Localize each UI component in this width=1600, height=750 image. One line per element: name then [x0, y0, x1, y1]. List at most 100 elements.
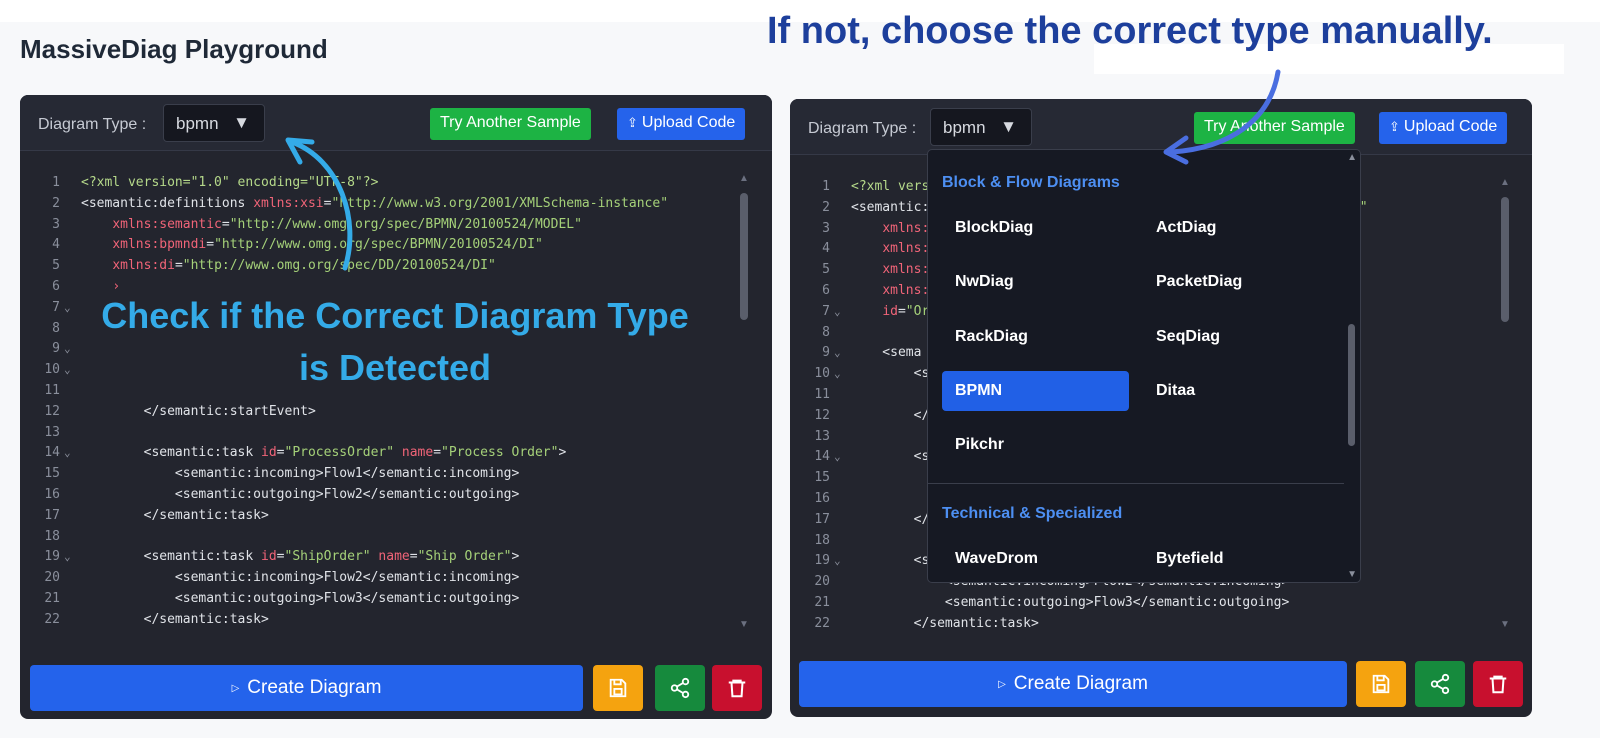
delete-button[interactable]: [712, 665, 762, 711]
delete-button[interactable]: [1473, 661, 1523, 707]
scroll-down-icon[interactable]: ▼: [738, 619, 750, 630]
line-number: 16: [814, 491, 830, 506]
line-number: 9: [52, 341, 60, 357]
dropdown-item-ditaa[interactable]: Ditaa: [1143, 371, 1330, 411]
dropdown-item-blockdiag[interactable]: BlockDiag: [942, 208, 1129, 248]
try-another-sample-button[interactable]: Try Another Sample: [430, 108, 591, 140]
selected-type: bpmn: [176, 114, 219, 133]
code-text: <?xml vers: [851, 179, 930, 194]
dropdown-item-rackdiag[interactable]: RackDiag: [942, 317, 1129, 357]
line-number: 21: [44, 591, 60, 606]
line-number: 5: [822, 262, 830, 278]
scroll-up-icon[interactable]: ▲: [738, 173, 750, 184]
line-number: 1: [52, 175, 60, 190]
trash-icon: [728, 679, 746, 698]
scroll-down-icon[interactable]: ▼: [1499, 619, 1511, 630]
try-another-sample-button[interactable]: Try Another Sample: [1194, 112, 1355, 144]
line-number: 2: [822, 199, 830, 215]
line-number: 20: [814, 574, 830, 590]
line-number: 20: [44, 570, 60, 586]
line-number: 18: [44, 528, 60, 544]
code-text: xmlns:bpmndi="http://www.omg.org/spec/BP…: [112, 237, 543, 253]
line-number: 10: [814, 366, 830, 382]
line-number: 6: [52, 279, 60, 294]
line-number: 11: [814, 387, 830, 402]
share-button[interactable]: [1415, 661, 1465, 707]
create-diagram-button[interactable]: ▷ Create Diagram: [30, 665, 583, 711]
fold-icon[interactable]: ⌄: [64, 339, 71, 360]
upload-code-button[interactable]: ⇪ Upload Code: [1379, 112, 1508, 144]
fold-icon[interactable]: ⌄: [834, 447, 841, 468]
diagram-type-label: Diagram Type :: [808, 120, 917, 137]
create-diagram-label: Create Diagram: [247, 677, 382, 698]
save-button[interactable]: [593, 665, 643, 711]
line-number: 19: [814, 553, 830, 569]
selected-type: bpmn: [943, 118, 986, 137]
line-number: 19: [44, 549, 60, 565]
code-text: xmlns:di="http://www.omg.org/spec/DD/201…: [112, 258, 496, 274]
code-editor[interactable]: 1 <?xml version="1.0" encoding="UTF-8"?> 2…: [20, 173, 772, 643]
upload-code-button[interactable]: ⇪ Upload Code: [617, 108, 746, 140]
dropdown-item-pikchr[interactable]: Pikchr: [942, 425, 1129, 465]
scroll-up-icon[interactable]: ▲: [1499, 177, 1511, 188]
line-number: 3: [52, 216, 60, 232]
dropdown-item-packetdiag[interactable]: PacketDiag: [1143, 262, 1330, 302]
fold-icon[interactable]: ⌄: [834, 343, 841, 364]
code-text: </semantic:task>: [851, 615, 1039, 631]
dropdown-group-label: Technical & Specialized: [942, 505, 1123, 522]
code-text: </: [851, 511, 930, 527]
editor-panel-left: Diagram Type : bpmn ▼ Try Another Sample…: [20, 95, 772, 719]
trash-icon: [1489, 675, 1507, 694]
instruction-annotation: Check if the Correct Diagram Type is Det…: [101, 295, 689, 388]
create-diagram-label: Create Diagram: [1013, 673, 1148, 694]
fold-icon[interactable]: ⌄: [834, 551, 841, 572]
line-number: 2: [52, 195, 60, 211]
line-number: 11: [44, 383, 60, 398]
code-text: <semantic:task id="ShipOrder" name="Ship…: [81, 549, 520, 565]
dropdown-item-bpmn[interactable]: BPMN: [942, 371, 1129, 411]
editor-scrollbar[interactable]: ▲ ▼: [738, 173, 750, 633]
fold-icon[interactable]: ⌄: [64, 360, 71, 381]
fold-icon[interactable]: ⌄: [834, 364, 841, 385]
code-text: xmlns:: [882, 241, 930, 257]
fold-icon[interactable]: ⌄: [64, 298, 71, 319]
line-number: 7: [822, 303, 830, 319]
dropdown-scroll-down-icon[interactable]: ▼: [1347, 569, 1357, 580]
line-number: 15: [44, 466, 60, 482]
dropdown-item-bytefield[interactable]: Bytefield: [1143, 539, 1330, 579]
upload-icon: ⇪: [627, 115, 638, 130]
fold-icon[interactable]: ⌄: [834, 302, 841, 323]
upload-code-label: Upload Code: [1403, 118, 1498, 135]
dropdown-item-actdiag[interactable]: ActDiag: [1143, 208, 1330, 248]
code-text: <semantic:incoming>Flow2</semantic:incom…: [81, 570, 520, 586]
scroll-thumb[interactable]: [1501, 197, 1509, 322]
upload-code-label: Upload Code: [641, 114, 736, 131]
line-number: 8: [52, 320, 60, 336]
editor-scrollbar[interactable]: ▲ ▼: [1499, 177, 1511, 637]
dropdown-item-wavedrom[interactable]: WaveDrom: [942, 539, 1129, 579]
app-title: MassiveDiag Playground: [20, 34, 328, 64]
share-icon: [1430, 673, 1450, 695]
code-text: <semantic:outgoing>Flow3</semantic:outgo…: [851, 595, 1290, 610]
dropdown-scroll-thumb[interactable]: [1348, 324, 1355, 446]
scroll-thumb[interactable]: [740, 193, 748, 320]
dropdown-item-nwdiag[interactable]: NwDiag: [942, 262, 1129, 302]
create-diagram-button[interactable]: ▷ Create Diagram: [799, 661, 1347, 707]
code-text: xmlns:: [882, 262, 930, 278]
code-text: <semantic:task id="ProcessOrder" name="P…: [81, 445, 567, 461]
dropdown-item-seqdiag[interactable]: SeqDiag: [1143, 317, 1330, 357]
line-number: 5: [52, 258, 60, 274]
diagram-type-select[interactable]: bpmn ▼: [930, 108, 1032, 146]
fold-icon[interactable]: ⌄: [64, 547, 71, 568]
save-button[interactable]: [1356, 661, 1406, 707]
diagram-type-select[interactable]: bpmn ▼: [163, 104, 265, 142]
line-number: 8: [822, 324, 830, 340]
line-number: 16: [44, 487, 60, 502]
chevron-down-icon: ▼: [233, 113, 250, 132]
fold-icon[interactable]: ⌄: [64, 443, 71, 464]
toolbar: Diagram Type : bpmn ▼ Try Another Sample…: [790, 99, 1532, 155]
dropdown-scroll-up-icon[interactable]: ▲: [1347, 152, 1357, 163]
line-number: 14: [44, 445, 60, 461]
diagram-type-dropdown: Block & Flow Diagrams BlockDiag ActDiag …: [927, 149, 1361, 583]
share-button[interactable]: [655, 665, 705, 711]
